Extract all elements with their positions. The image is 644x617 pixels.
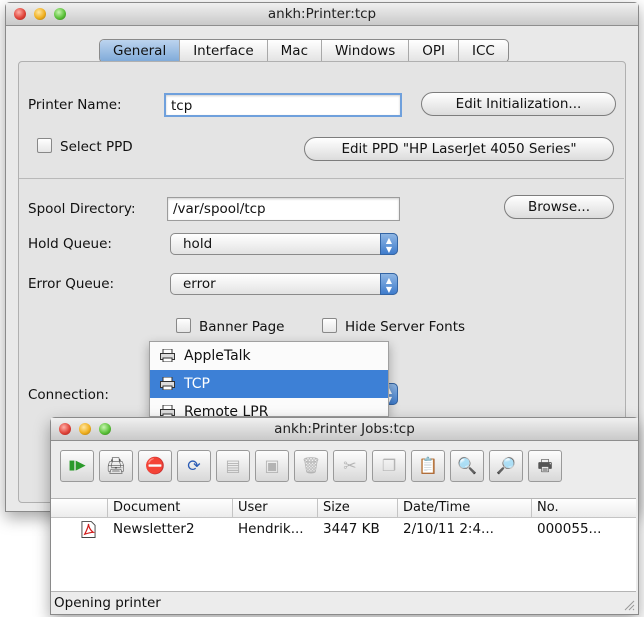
printer-icon <box>160 405 175 416</box>
search-icon[interactable]: 🔍 <box>450 450 484 482</box>
stop-icon[interactable]: ⛔ <box>138 450 172 482</box>
error-queue-value: error <box>183 276 216 292</box>
table-row[interactable]: Newsletter2 Hendrik... 3447 KB 2/10/11 2… <box>51 519 636 541</box>
close-button[interactable] <box>14 8 26 20</box>
banner-page-box[interactable] <box>176 318 191 333</box>
hold-icon[interactable]: 🖨 <box>99 450 133 482</box>
chevron-updown-icon: ▲ ▼ <box>380 233 398 255</box>
banner-page-label: Banner Page <box>199 319 285 335</box>
column-header-document[interactable]: Document <box>107 499 232 517</box>
error-queue-label: Error Queue: <box>28 276 115 292</box>
menu-item-appletalk[interactable]: AppleTalk <box>150 342 388 370</box>
printer-jobs-window: ankh:Printer Jobs:tcp ▮▶ 🖨 ⛔ ⟳ ▤ ▣ 🗑 ✂ ❐… <box>50 417 639 615</box>
pdf-document-icon <box>81 521 96 538</box>
resume-icon[interactable]: ▮▶ <box>60 450 94 482</box>
minimize-button[interactable] <box>79 423 91 435</box>
menu-item-tcp[interactable]: TCP <box>150 370 388 398</box>
tab-icc[interactable]: ICC <box>459 40 508 62</box>
connection-label: Connection: <box>28 387 109 403</box>
document-icon[interactable]: ▤ <box>216 450 250 482</box>
printer-icon <box>160 349 175 362</box>
printer-name-input[interactable]: tcp <box>164 93 402 117</box>
banner-page-checkbox[interactable]: Banner Page <box>176 318 284 335</box>
spool-directory-label: Spool Directory: <box>28 201 136 217</box>
printer-icon[interactable]: 🖶 <box>528 450 562 482</box>
printer-name-label: Printer Name: <box>28 97 122 113</box>
hide-server-fonts-checkbox[interactable]: Hide Server Fonts <box>322 318 465 335</box>
table-header: Document User Size Date/Time No. <box>51 499 636 518</box>
select-ppd-label: Select PPD <box>60 139 133 155</box>
window-titlebar[interactable]: ankh:Printer Jobs:tcp <box>51 418 638 441</box>
menu-item-remote-lpr[interactable]: Remote LPR <box>150 398 388 417</box>
hide-server-fonts-box[interactable] <box>322 318 337 333</box>
window-title: ankh:Printer Jobs:tcp <box>274 421 415 437</box>
hold-queue-select[interactable]: hold ▲ ▼ <box>170 233 398 255</box>
jobs-table: Document User Size Date/Time No. Newslet… <box>51 498 636 592</box>
paste-icon[interactable]: 📋 <box>411 450 445 482</box>
window-title: ankh:Printer:tcp <box>267 6 377 22</box>
status-text: Opening printer <box>54 595 161 611</box>
menu-item-label: Remote LPR <box>184 404 269 417</box>
zoom-button[interactable] <box>54 8 66 20</box>
chevron-updown-icon: ▲ ▼ <box>380 273 398 295</box>
copy-icon[interactable]: ❐ <box>372 450 406 482</box>
menu-item-label: TCP <box>184 376 210 392</box>
window-titlebar[interactable]: ankh:Printer:tcp <box>6 3 638 26</box>
hide-server-fonts-label: Hide Server Fonts <box>345 319 466 335</box>
column-header-no[interactable]: No. <box>531 499 636 517</box>
minimize-button[interactable] <box>34 8 46 20</box>
select-ppd-checkbox[interactable]: Select PPD <box>37 138 133 155</box>
resize-grip-icon[interactable] <box>623 599 635 611</box>
error-queue-select[interactable]: error ▲ ▼ <box>170 273 398 295</box>
spool-directory-input[interactable]: /var/spool/tcp <box>167 197 400 221</box>
column-header-user[interactable]: User <box>232 499 317 517</box>
search-disabled-icon[interactable]: 🔎 <box>489 450 523 482</box>
edit-initialization-button[interactable]: Edit Initialization... <box>421 92 616 116</box>
jobs-toolbar: ▮▶ 🖨 ⛔ ⟳ ▤ ▣ 🗑 ✂ ❐ 📋 🔍 🔎 🖶 <box>60 450 562 482</box>
settings-tabs: General Interface Mac Windows OPI ICC <box>99 39 509 63</box>
document-info-icon[interactable]: ▣ <box>255 450 289 482</box>
tab-windows[interactable]: Windows <box>322 40 410 62</box>
cell-user: Hendrik... <box>238 521 304 537</box>
cell-document: Newsletter2 <box>113 521 195 537</box>
column-header-size[interactable]: Size <box>317 499 397 517</box>
section-divider <box>19 178 624 179</box>
tab-mac[interactable]: Mac <box>268 40 322 62</box>
refresh-icon[interactable]: ⟳ <box>177 450 211 482</box>
tab-interface[interactable]: Interface <box>180 40 268 62</box>
connection-menu: AppleTalk TCP Remote LPR <box>149 341 389 417</box>
tab-opi[interactable]: OPI <box>409 40 460 62</box>
close-button[interactable] <box>59 423 71 435</box>
cell-no: 000055... <box>537 521 602 537</box>
edit-ppd-button[interactable]: Edit PPD "HP LaserJet 4050 Series" <box>304 137 614 161</box>
cut-icon[interactable]: ✂ <box>333 450 367 482</box>
tab-general[interactable]: General <box>100 40 181 62</box>
menu-item-label: AppleTalk <box>184 348 251 364</box>
hold-queue-value: hold <box>183 236 213 252</box>
browse-button[interactable]: Browse... <box>504 195 614 219</box>
hold-queue-label: Hold Queue: <box>28 236 112 252</box>
zoom-button[interactable] <box>99 423 111 435</box>
cell-size: 3447 KB <box>323 521 380 537</box>
trash-icon[interactable]: 🗑 <box>294 450 328 482</box>
select-ppd-box[interactable] <box>37 138 52 153</box>
cell-datetime: 2/10/11 2:4... <box>403 521 494 537</box>
printer-icon <box>160 377 175 390</box>
column-header-datetime[interactable]: Date/Time <box>397 499 531 517</box>
